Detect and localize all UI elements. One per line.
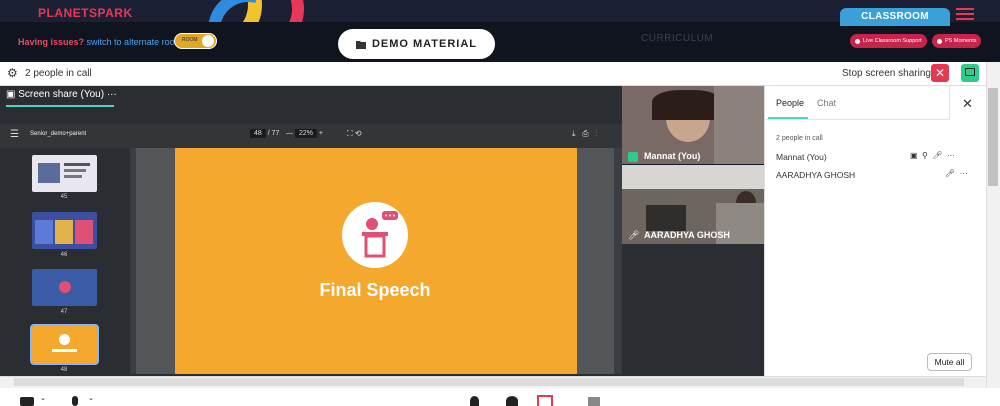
chevron-down-icon[interactable]: ⌄: [40, 394, 46, 402]
demo-material-label: DEMO MATERIAL: [371, 38, 478, 50]
thumbnail-page[interactable]: [32, 269, 97, 306]
zoom-in-icon[interactable]: +: [319, 130, 323, 137]
participant-name: Mannat (You): [776, 152, 827, 162]
pdf-view-tools: ⛶ ⟲: [347, 129, 362, 139]
share-screen-button[interactable]: [961, 64, 979, 82]
pdf-filename: Senior_demo+parent: [30, 131, 87, 137]
rotate-icon[interactable]: ⟲: [355, 129, 362, 138]
call-bar: [0, 62, 986, 86]
thumbnail-page[interactable]: [32, 212, 97, 249]
zoom-input[interactable]: 22%: [294, 129, 317, 138]
panel-divider: [949, 86, 950, 120]
issues-text: Having issues?: [18, 37, 85, 47]
pdf-actions: ⤓ ⎙ ⋮: [572, 129, 597, 139]
video-tile-self[interactable]: Mannat (You): [622, 86, 764, 164]
room-toggle-knob[interactable]: [202, 35, 214, 47]
panel-divider: [764, 119, 950, 120]
switch-room-link[interactable]: switch to alternate room: [87, 37, 183, 47]
slide-title: Final Speech: [319, 280, 431, 300]
moments-icon: [937, 38, 942, 44]
screen-icon: ▣: [6, 89, 16, 100]
more-icon[interactable]: ···: [960, 169, 968, 178]
thumbnail-page[interactable]: [32, 155, 97, 192]
screen-icon[interactable]: ▣: [910, 151, 918, 160]
thumbnail-page-current[interactable]: [30, 324, 99, 365]
screen-share-icon: [965, 68, 975, 76]
close-icon[interactable]: ✕: [962, 96, 973, 112]
download-icon[interactable]: ⤓: [572, 129, 576, 138]
participant-controls: 🎤︎ ···: [945, 169, 968, 178]
print-icon[interactable]: ⎙: [582, 129, 588, 138]
add-person-icon[interactable]: ⚲: [922, 151, 928, 160]
live-classroom-support-button[interactable]: Live Classroom Support: [850, 34, 927, 48]
video-tile-name: Mannat (You): [644, 151, 701, 161]
stop-share-icon[interactable]: [537, 395, 553, 406]
pdf-menu-icon[interactable]: ☰: [10, 129, 19, 140]
participant-name: AARADHYA GHOSH: [776, 170, 856, 180]
ps-moments-button[interactable]: PS Moments: [932, 34, 982, 48]
chevron-down-icon[interactable]: ⌄: [88, 394, 94, 402]
tab-chat[interactable]: Chat: [817, 98, 836, 108]
chat-icon[interactable]: [506, 396, 518, 406]
page-scrollbar-thumb[interactable]: [988, 88, 998, 186]
brand-logo[interactable]: PLANETSPARK: [38, 6, 133, 20]
podium-icon: [362, 211, 398, 258]
folder-icon: [355, 40, 366, 49]
support-label: Live Classroom Support: [863, 38, 922, 44]
grid-icon[interactable]: [588, 397, 600, 406]
video-tile-participant[interactable]: 🎤︎ AARADHYA GHOSH: [622, 165, 764, 244]
people-in-call-label: 2 people in call: [25, 68, 92, 79]
people-panel: [764, 86, 986, 388]
thumbnail-number: 47: [60, 309, 68, 315]
video-tile-name: AARADHYA GHOSH: [644, 230, 730, 240]
demo-material-button[interactable]: DEMO MATERIAL: [338, 29, 495, 59]
camera-icon[interactable]: [20, 397, 34, 406]
tab-indicator: [6, 105, 114, 107]
slide-logo-circle: [342, 202, 408, 268]
mic-icon: 🎤︎: [628, 230, 640, 240]
more-vert-icon[interactable]: ⋮: [595, 129, 597, 138]
thumbnail-number: 48: [60, 367, 68, 373]
screen-share-tab[interactable]: ▣ Screen share (You) ···: [6, 89, 117, 100]
horizontal-scrollbar-thumb[interactable]: [14, 378, 964, 386]
fit-page-icon[interactable]: ⛶: [347, 129, 353, 138]
curriculum-tab[interactable]: CURRICULUM: [641, 33, 713, 44]
people-count: 2 people in call: [776, 135, 823, 142]
screen-share-label: Screen share (You): [18, 89, 105, 100]
mic-icon[interactable]: 🎤︎: [945, 169, 955, 178]
mic-icon[interactable]: 🎤︎: [932, 151, 942, 160]
presenting-icon: [628, 152, 638, 162]
more-icon[interactable]: ···: [107, 89, 117, 100]
person-icon[interactable]: [470, 396, 479, 406]
classroom-tab[interactable]: CLASSROOM: [840, 8, 950, 26]
support-icon: [855, 38, 860, 44]
mic-icon[interactable]: [72, 396, 78, 406]
viewer-scrollbar[interactable]: [614, 148, 622, 374]
issues-notice: Having issues? switch to alternate room: [18, 37, 182, 47]
video-area-background: [622, 244, 764, 376]
room-toggle-label: ROOM: [182, 37, 198, 43]
mute-all-button[interactable]: Mute all: [927, 353, 972, 371]
page-total: / 77: [267, 130, 280, 137]
menu-icon[interactable]: [956, 8, 974, 20]
thumbnail-number: 46: [60, 252, 68, 258]
more-icon[interactable]: ···: [947, 151, 955, 160]
pdf-page-indicator: 48 / 77: [250, 129, 280, 138]
stop-screen-sharing-label: Stop screen sharing: [842, 68, 931, 79]
gear-icon[interactable]: ⚙: [7, 66, 18, 80]
bottom-toolbar: ⌄ ⌄: [0, 388, 1000, 406]
pdf-zoom-controls: — 22% +: [286, 129, 323, 138]
thumbnail-number: 45: [60, 194, 68, 200]
stop-sharing-button[interactable]: ✕: [931, 64, 949, 82]
page-input[interactable]: 48: [250, 129, 266, 138]
pdf-thumbnails: 45 46 47 48: [0, 148, 136, 374]
moments-label: PS Moments: [945, 38, 977, 44]
tab-people[interactable]: People: [776, 98, 804, 108]
zoom-out-icon[interactable]: —: [286, 130, 293, 137]
participant-controls: ▣ ⚲ 🎤︎ ···: [910, 151, 955, 160]
